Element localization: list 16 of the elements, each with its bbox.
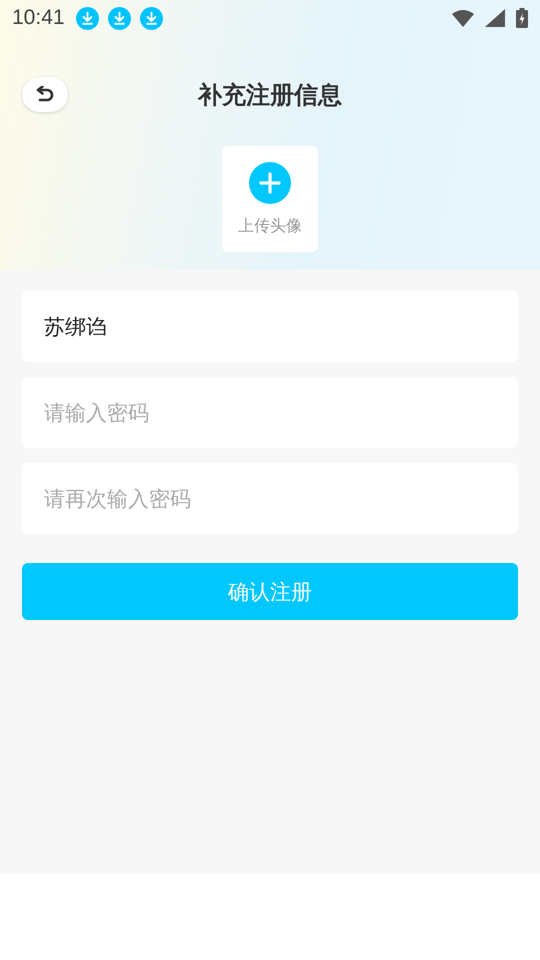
signal-icon [485,9,505,27]
avatar-upload-button[interactable]: 上传头像 [222,146,318,252]
register-button[interactable]: 确认注册 [22,563,518,620]
download-icon [140,6,163,30]
input-field[interactable]: 请输入密码 [22,377,518,448]
download-icon [76,6,99,30]
wifi-icon [452,9,474,27]
page-title: 补充注册信息 [198,80,342,111]
status-time: 10:41 [12,6,65,30]
input-field[interactable]: 请再次输入密码 [22,463,518,534]
back-button[interactable] [22,77,68,112]
undo-icon [35,86,55,104]
input-field[interactable]: 苏绑诌 [22,291,518,362]
plus-icon [249,162,291,204]
battery-icon [516,8,528,28]
download-icon [108,6,131,30]
